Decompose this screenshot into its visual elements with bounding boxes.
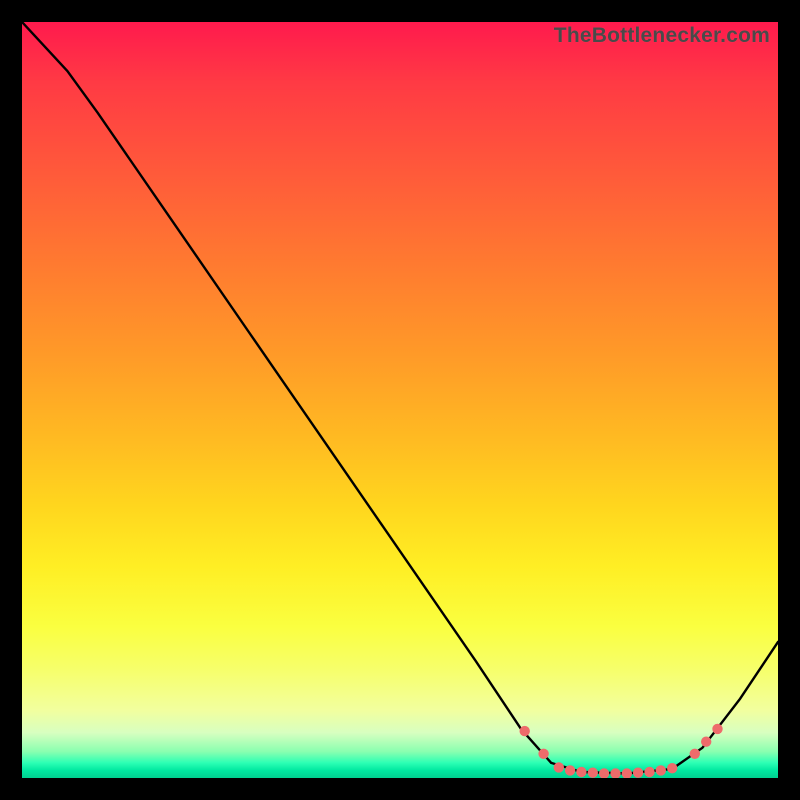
- optimum-marker-dot: [622, 768, 632, 778]
- optimum-marker-group: [520, 724, 723, 778]
- chart-frame: TheBottlenecker.com: [22, 22, 778, 778]
- optimum-marker-dot: [576, 767, 586, 777]
- optimum-marker-dot: [538, 749, 548, 759]
- optimum-marker-dot: [554, 762, 564, 772]
- optimum-marker-dot: [701, 737, 711, 747]
- optimum-marker-dot: [667, 763, 677, 773]
- optimum-marker-dot: [599, 768, 609, 778]
- optimum-marker-dot: [690, 749, 700, 759]
- optimum-marker-dot: [565, 765, 575, 775]
- optimum-marker-dot: [520, 726, 530, 736]
- optimum-marker-dot: [644, 767, 654, 777]
- optimum-marker-dot: [712, 724, 722, 734]
- chart-overlay-svg: [22, 22, 778, 778]
- optimum-marker-dot: [633, 768, 643, 778]
- optimum-marker-dot: [588, 768, 598, 778]
- bottleneck-curve-line: [22, 22, 778, 774]
- optimum-marker-dot: [610, 768, 620, 778]
- optimum-marker-dot: [656, 765, 666, 775]
